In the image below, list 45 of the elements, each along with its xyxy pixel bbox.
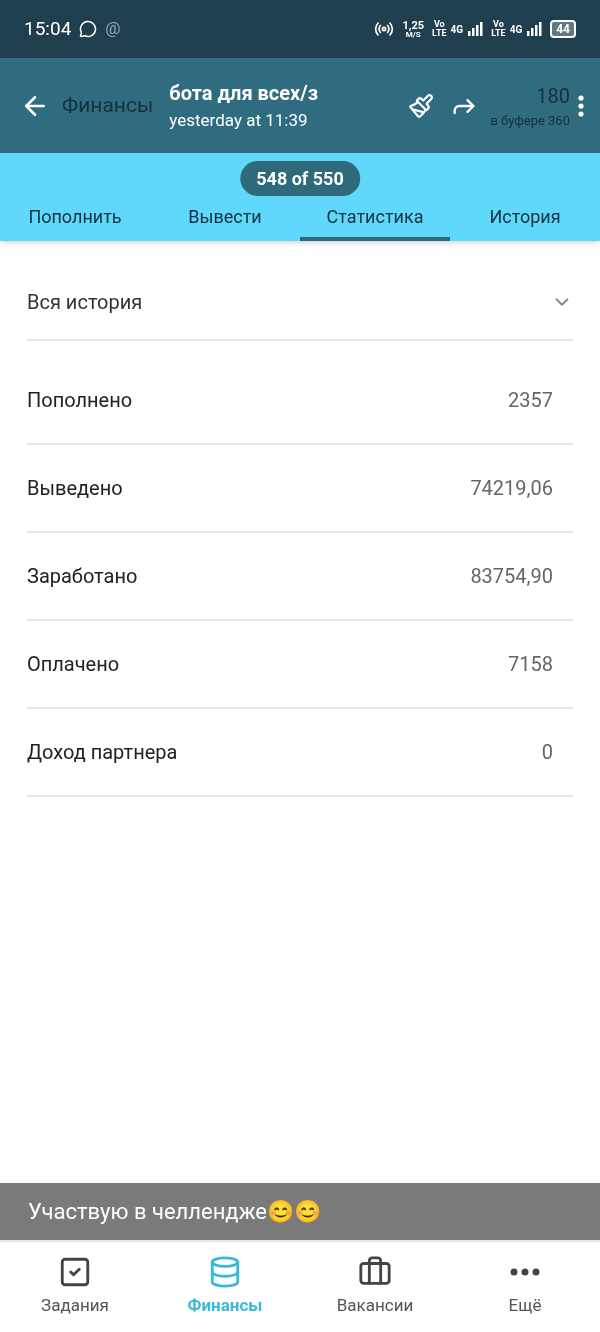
volte-label: LTE xyxy=(491,29,506,38)
stat-value: 74219,06 xyxy=(470,475,553,502)
brush-icon xyxy=(408,92,435,119)
stat-label: Доход партнера xyxy=(27,739,178,766)
tab[interactable]: Пополнить xyxy=(0,195,150,241)
menu-button[interactable] xyxy=(578,94,584,117)
stat-label: Оплачено xyxy=(27,651,120,678)
nav-item[interactable]: Задания xyxy=(0,1242,150,1332)
network-label: 4G xyxy=(450,22,464,37)
more-vertical-icon xyxy=(578,94,584,117)
network-label: 4G xyxy=(509,22,523,37)
stat-label: Выведено xyxy=(27,475,123,502)
speed-value: 1,25 xyxy=(402,19,425,31)
tab[interactable]: История xyxy=(450,195,600,241)
stat-value: 83754,90 xyxy=(470,563,553,590)
signal-icon xyxy=(467,22,484,36)
history-dropdown[interactable]: Вся история xyxy=(27,265,573,341)
clock: 15:04 xyxy=(24,15,72,42)
tab[interactable]: Статистика xyxy=(300,195,450,241)
media-title: бота для всех/з xyxy=(169,79,319,107)
at-sign: @ xyxy=(105,17,121,41)
volte-label: LTE xyxy=(432,29,447,38)
stat-value: 0 xyxy=(541,739,553,766)
more-icon xyxy=(510,1268,540,1277)
chat-icon xyxy=(79,20,98,38)
tab[interactable]: Вывести xyxy=(150,195,300,241)
nav-item[interactable]: Ещё xyxy=(450,1242,600,1332)
coins-icon xyxy=(208,1255,242,1290)
media-caption: Участвую в челлендже😊😊 xyxy=(28,1199,321,1224)
stat-value: 7158 xyxy=(508,651,553,678)
page-title: Финансы xyxy=(62,91,154,119)
balance-value: 180 xyxy=(536,82,570,110)
signal-icon xyxy=(526,22,543,36)
media-counter: 548 of 550 xyxy=(240,161,360,196)
media-date: yesterday at 11:39 xyxy=(169,108,309,132)
stat-label: Пополнено xyxy=(27,387,133,414)
stat-label: Заработано xyxy=(27,563,138,590)
speed-unit: M/S xyxy=(405,30,421,39)
hotspot-icon xyxy=(374,19,395,39)
nav-item[interactable]: Вакансии xyxy=(300,1242,450,1332)
battery-indicator: 44 xyxy=(550,20,576,38)
volte-label: Vo xyxy=(433,20,445,29)
volte-label: Vo xyxy=(493,20,504,29)
stat-value: 2357 xyxy=(508,387,553,414)
buffer-value: в буфере 360 xyxy=(490,111,570,130)
